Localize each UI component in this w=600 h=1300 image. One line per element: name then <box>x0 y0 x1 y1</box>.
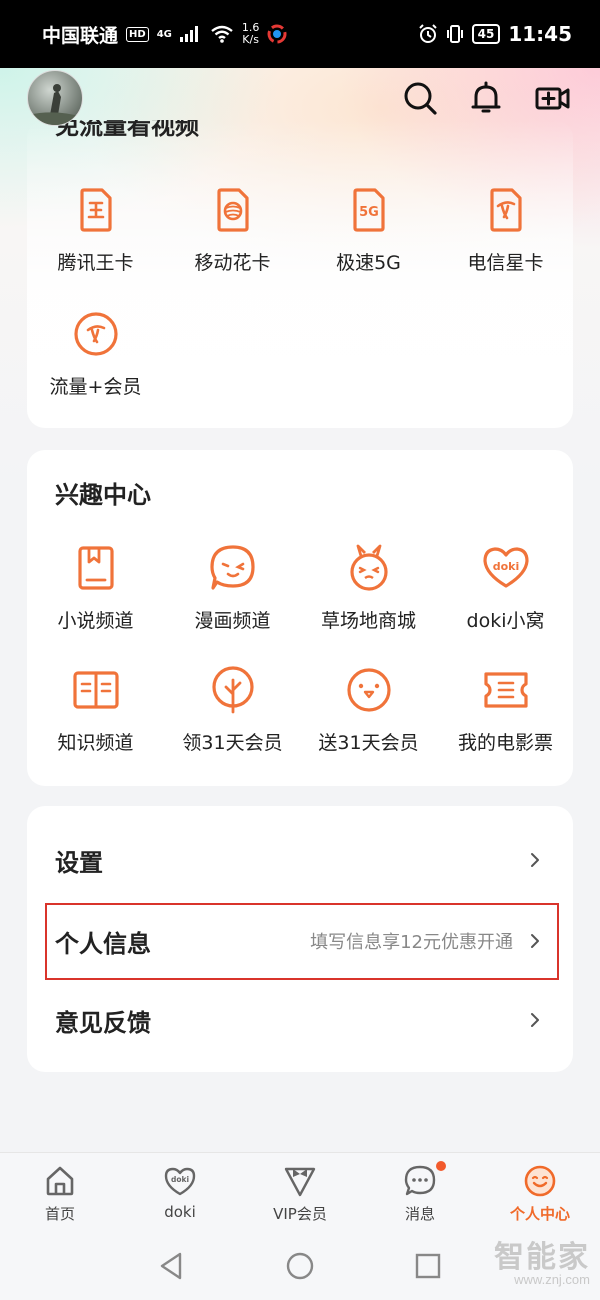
grid-item-rabbit-mall[interactable]: 草场地商城 <box>300 540 437 633</box>
free-flow-title: 免流量看视频 <box>55 120 199 140</box>
alarm-icon <box>418 24 437 43</box>
wifi-icon <box>211 25 233 43</box>
watermark: 智能家 www.znj.com <box>494 1232 590 1287</box>
grid-item-label: 腾讯王卡 <box>57 252 134 274</box>
svg-text:doki: doki <box>171 1175 189 1184</box>
annotation-highlight-box <box>45 903 559 980</box>
doki-heart-icon: doki <box>478 540 534 596</box>
face-gift-icon <box>341 662 397 718</box>
signal-icon <box>179 26 198 42</box>
status-bar: 中国联通 HD 4G 1.6 K/s 45 11:45 <box>0 0 600 68</box>
hd-indicator: HD <box>126 26 149 42</box>
svg-text:doki: doki <box>492 560 519 573</box>
grid-item-label: doki小窝 <box>466 610 545 632</box>
grid-item-label: 流量+会员 <box>49 376 142 398</box>
grid-item-label: 知识频道 <box>57 732 134 754</box>
svg-text:5G: 5G <box>359 205 379 220</box>
tab-home[interactable]: 首页 <box>0 1163 120 1224</box>
tab-doki[interactable]: doki doki <box>120 1163 240 1221</box>
back-triangle-icon[interactable] <box>156 1250 188 1282</box>
notification-dot <box>436 1161 446 1171</box>
grid-item-label: 极速5G <box>336 252 401 274</box>
grid-item-telecom-card[interactable]: 电信星卡 <box>437 182 574 275</box>
chevron-right-icon <box>531 853 539 867</box>
grid-item-doki-nest[interactable]: doki doki小窝 <box>437 540 574 633</box>
grid-item-label: 送31天会员 <box>318 732 419 754</box>
bell-icon[interactable] <box>466 78 506 118</box>
bottom-tab-bar: 首页 doki doki VIP会员 消息 个人中心 <box>0 1152 600 1231</box>
grid-item-label: 领31天会员 <box>182 732 283 754</box>
free-flow-card: 免流量看视频 腾讯王卡 移动花卡 5G 极速5G 电信星卡 流量+会员 <box>27 120 573 428</box>
home-icon <box>40 1163 80 1199</box>
grid-item-wang-card[interactable]: 腾讯王卡 <box>27 182 164 275</box>
grid-item-mobile-card[interactable]: 移动花卡 <box>164 182 301 275</box>
menu-item-label: 意见反馈 <box>55 1008 151 1037</box>
menu-item-label: 设置 <box>55 848 103 877</box>
grid-item-comic[interactable]: 漫画频道 <box>164 540 301 633</box>
vip-bowtie-icon <box>280 1163 320 1199</box>
grid-item-get-31-days[interactable]: 领31天会员 <box>164 662 301 755</box>
clock: 11:45 <box>508 22 572 46</box>
search-icon[interactable] <box>400 78 440 118</box>
novel-icon <box>68 540 124 596</box>
tab-label: 个人中心 <box>509 1205 570 1223</box>
rabbit-mall-icon <box>341 540 397 596</box>
watermark-text: 智能家 <box>494 1241 590 1274</box>
interest-center-title: 兴趣中心 <box>55 481 151 509</box>
grid-item-give-31-days[interactable]: 送31天会员 <box>300 662 437 755</box>
tab-vip[interactable]: VIP会员 <box>240 1163 360 1224</box>
app-notification-icon <box>267 24 287 44</box>
tree-icon <box>205 662 261 718</box>
mobile-card-icon <box>205 182 261 238</box>
grid-item-label: 移动花卡 <box>194 252 271 274</box>
carrier-name: 中国联通 <box>42 24 119 47</box>
grid-item-novel[interactable]: 小说频道 <box>27 540 164 633</box>
ticket-icon <box>478 662 534 718</box>
grid-item-knowledge[interactable]: 知识频道 <box>27 662 164 755</box>
message-icon <box>400 1163 440 1199</box>
comic-icon <box>205 540 261 596</box>
grid-item-label: 电信星卡 <box>467 252 544 274</box>
wang-card-icon <box>68 182 124 238</box>
network-type: 4G <box>156 28 172 40</box>
grid-item-label: 漫画频道 <box>194 610 271 632</box>
grid-item-label: 我的电影票 <box>457 732 553 754</box>
tab-profile[interactable]: 个人中心 <box>480 1163 600 1224</box>
battery-level: 45 <box>471 24 501 44</box>
grid-item-flow-plus-vip[interactable]: 流量+会员 <box>27 306 164 399</box>
grid-item-5g-card[interactable]: 5G 极速5G <box>300 182 437 275</box>
telecom-circle-icon <box>68 306 124 362</box>
tab-messages[interactable]: 消息 <box>360 1161 480 1224</box>
tab-label: 首页 <box>44 1205 75 1223</box>
smiley-icon <box>520 1163 560 1199</box>
book-open-icon <box>68 662 124 718</box>
tab-label: doki <box>164 1203 196 1221</box>
5g-card-icon: 5G <box>341 182 397 238</box>
video-camera-plus-icon[interactable] <box>533 78 573 118</box>
vibrate-icon <box>446 25 463 43</box>
tab-label: VIP会员 <box>273 1205 327 1223</box>
chevron-right-icon <box>531 1013 539 1027</box>
grid-item-label: 草场地商城 <box>320 610 416 632</box>
grid-item-label: 小说频道 <box>57 610 134 632</box>
interest-center-card: 兴趣中心 小说频道 漫画频道 草场地商城 doki doki小窝 知识频道 领3 <box>27 450 573 786</box>
avatar[interactable] <box>27 70 83 126</box>
recents-square-icon[interactable] <box>412 1250 444 1282</box>
tab-label: 消息 <box>404 1205 435 1223</box>
telecom-card-icon <box>478 182 534 238</box>
grid-item-movie-ticket[interactable]: 我的电影票 <box>437 662 574 755</box>
home-circle-icon[interactable] <box>284 1250 316 1282</box>
doki-tab-icon: doki <box>160 1163 200 1199</box>
speed-unit: K/s <box>242 33 259 46</box>
menu-item-settings[interactable]: 设置 <box>27 820 573 900</box>
menu-item-feedback[interactable]: 意见反馈 <box>27 980 573 1060</box>
network-speed: 1.6 K/s <box>242 22 260 46</box>
